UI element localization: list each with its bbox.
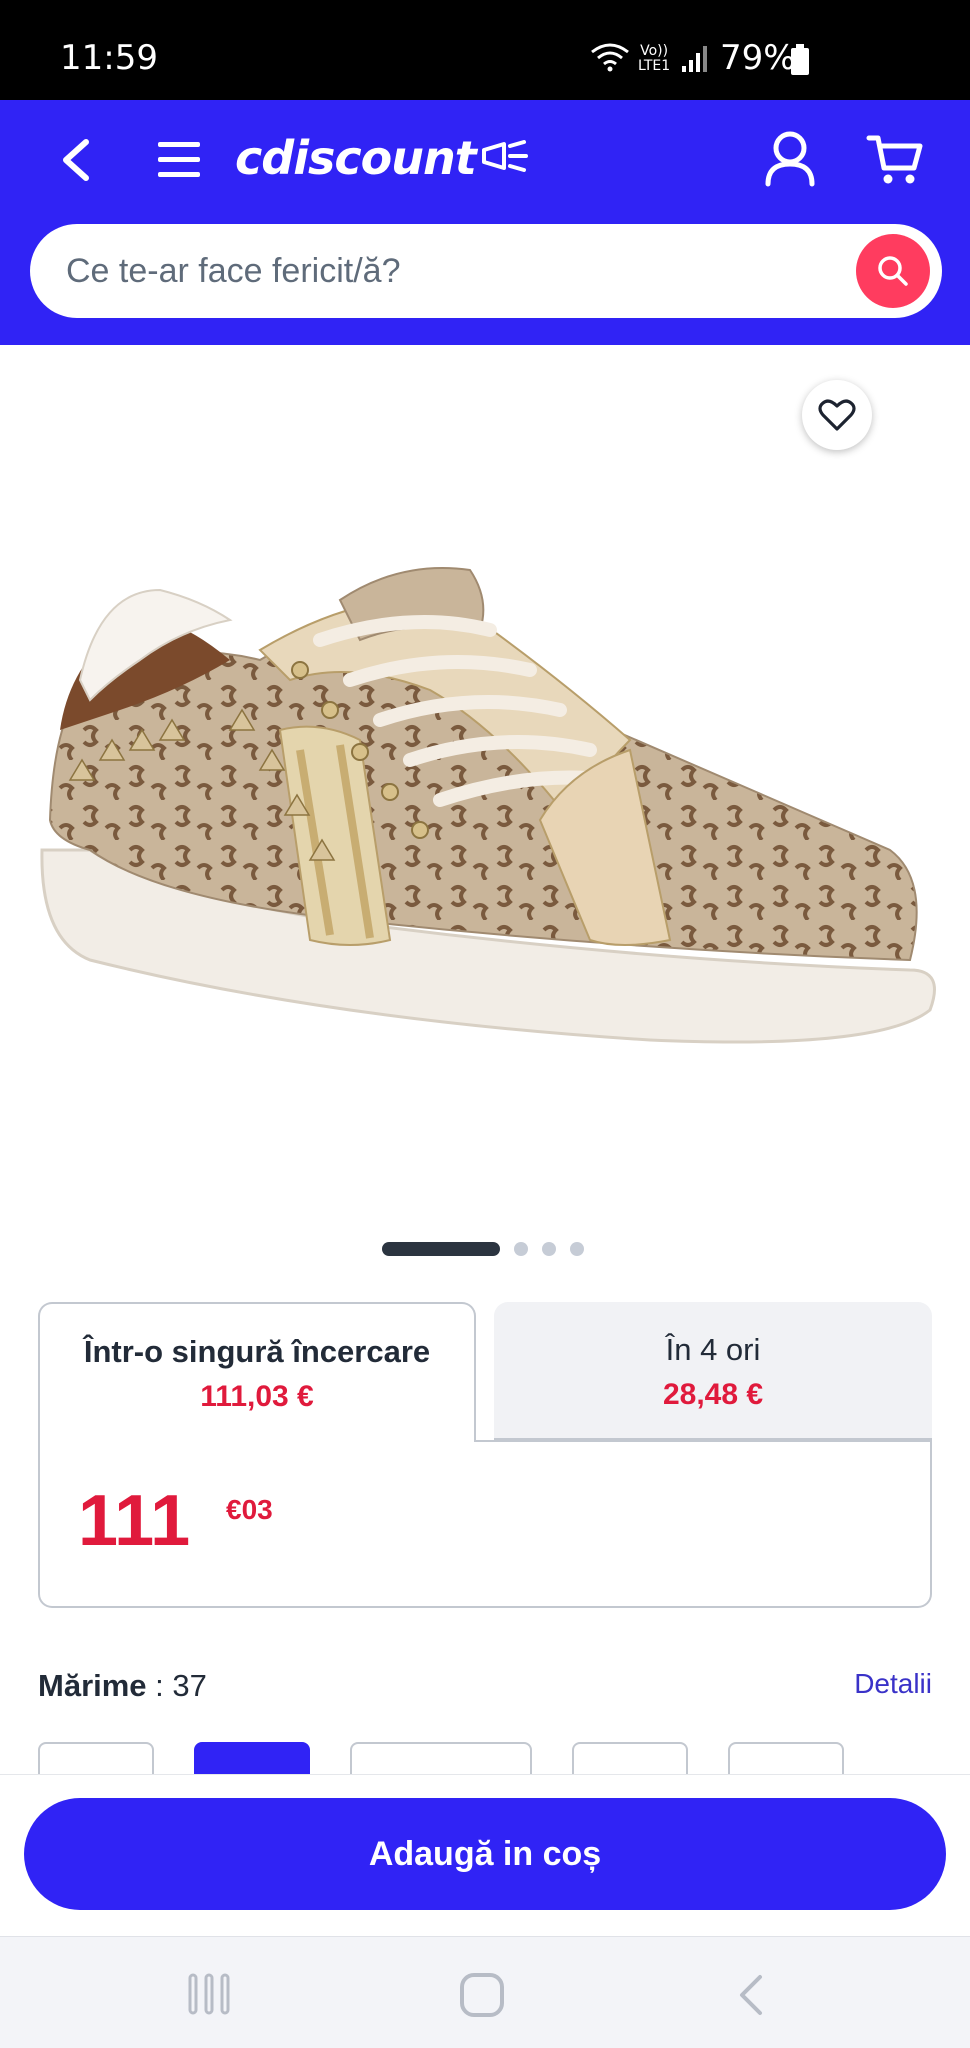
shopping-cart-icon bbox=[866, 135, 923, 184]
menu-button[interactable] bbox=[154, 138, 204, 182]
size-separator: : bbox=[146, 1668, 173, 1703]
battery-percent: 79% bbox=[720, 38, 796, 78]
add-to-cart-button[interactable]: Adaugă in coș bbox=[24, 1798, 946, 1910]
tab-installments[interactable]: În 4 ori 28,48 € bbox=[494, 1302, 932, 1440]
size-label: Mărime bbox=[38, 1668, 147, 1703]
home-icon[interactable] bbox=[458, 1971, 506, 2019]
gallery-dot[interactable] bbox=[514, 1242, 528, 1256]
tab-price: 28,48 € bbox=[662, 1378, 764, 1411]
status-bar: 11:59 Vo)) LTE1 79% bbox=[0, 0, 970, 100]
gallery-pagination bbox=[382, 1242, 584, 1256]
cdiscount-logo[interactable]: cdiscount bbox=[235, 128, 530, 188]
size-value: 37 bbox=[172, 1668, 207, 1703]
search-input[interactable] bbox=[66, 224, 846, 318]
chevron-left-icon bbox=[63, 139, 89, 181]
size-selector-label: Mărime : 37 bbox=[38, 1668, 207, 1704]
tab-title: Într-o singură încercare bbox=[83, 1334, 431, 1369]
signal-icon bbox=[682, 46, 707, 72]
product-image-sneaker[interactable] bbox=[30, 520, 950, 1100]
cart-button[interactable] bbox=[866, 130, 924, 188]
status-time: 11:59 bbox=[60, 38, 158, 78]
volte-indicator: Vo)) LTE1 bbox=[638, 43, 671, 74]
tab-single-payment[interactable]: Într-o singură încercare 111,03 € bbox=[38, 1302, 476, 1442]
account-button[interactable] bbox=[762, 128, 818, 188]
favorite-button[interactable] bbox=[802, 380, 872, 450]
tab-price: 111,03 € bbox=[200, 1380, 314, 1413]
price-cents: €03 bbox=[226, 1494, 273, 1525]
size-details-link[interactable]: Detalii bbox=[854, 1668, 932, 1700]
gallery-dot-active[interactable] bbox=[382, 1242, 500, 1256]
system-nav-bar bbox=[0, 1936, 970, 2048]
search-button[interactable] bbox=[856, 234, 930, 308]
back-button[interactable] bbox=[52, 130, 102, 190]
back-nav-icon[interactable] bbox=[732, 1971, 772, 2019]
recent-apps-icon[interactable] bbox=[186, 1971, 232, 2017]
user-icon bbox=[765, 131, 815, 187]
gallery-dot[interactable] bbox=[542, 1242, 556, 1256]
tab-title: În 4 ori bbox=[665, 1332, 761, 1367]
logo-text: cdiscount bbox=[235, 131, 477, 185]
price-main: 111 bbox=[78, 1481, 191, 1561]
megaphone-icon bbox=[481, 140, 528, 172]
gallery-dot[interactable] bbox=[570, 1242, 584, 1256]
hamburger-icon bbox=[158, 142, 200, 177]
search-icon bbox=[878, 256, 908, 286]
divider bbox=[476, 1440, 932, 1442]
heart-icon bbox=[818, 399, 856, 431]
battery-icon bbox=[791, 44, 809, 75]
search-bar bbox=[30, 224, 942, 318]
wifi-icon bbox=[591, 43, 629, 72]
